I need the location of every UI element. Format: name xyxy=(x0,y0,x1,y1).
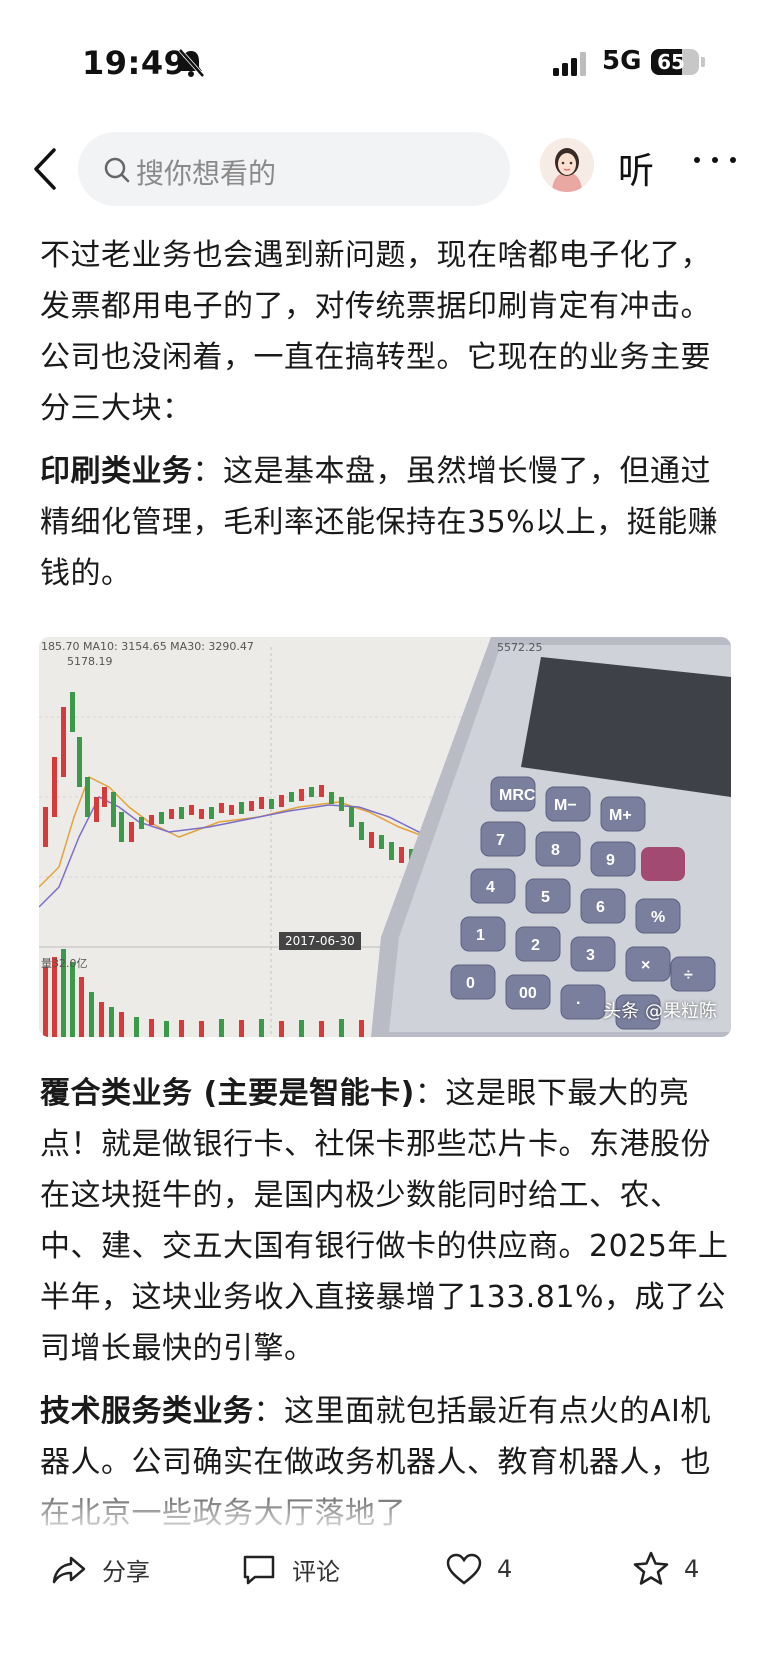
image-watermark: 头条 @果粒陈 xyxy=(603,1001,717,1022)
battery-level: 65 xyxy=(657,50,685,74)
bell-off-icon xyxy=(178,48,205,78)
svg-text:÷: ÷ xyxy=(684,967,693,984)
svg-text:M+: M+ xyxy=(609,807,632,824)
svg-text:0: 0 xyxy=(466,975,475,992)
svg-text:1: 1 xyxy=(476,927,485,944)
search-placeholder: 搜你想看的 xyxy=(136,157,277,190)
section-heading: 覆合类业务 (主要是智能卡) xyxy=(40,1076,415,1111)
like-button[interactable]: 4 xyxy=(445,1549,512,1589)
chart-volume-label: 量32.0亿 xyxy=(41,957,88,970)
svg-text:MRC: MRC xyxy=(499,787,536,804)
bottom-action-bar: 分享 评论 4 4 xyxy=(0,1535,768,1605)
favorite-button[interactable]: 4 xyxy=(632,1549,699,1589)
svg-text:×: × xyxy=(641,957,650,974)
svg-text:3: 3 xyxy=(586,947,595,964)
comment-button[interactable]: 评论 xyxy=(240,1549,340,1589)
share-icon xyxy=(52,1556,86,1584)
favorite-count: 4 xyxy=(684,1555,700,1583)
svg-text:4: 4 xyxy=(486,879,495,896)
stock-chart-photo: MRCM−M+ 789 456% 123× 000·÷ xyxy=(39,637,731,1037)
status-time: 19:49 xyxy=(82,44,187,82)
section-text: ：这是眼下最大的亮点！就是做银行卡、社保卡那些芯片卡。东港股份在这块挺牛的，是国… xyxy=(40,1076,729,1366)
article-image[interactable]: MRC M− M+ 789 4 5 6% 1 2 3 × 0 00 · ÷ 185.70 MA10:… xyxy=(39,637,731,1037)
svg-text:2: 2 xyxy=(531,937,540,954)
article-paragraph: 不过老业务也会遇到新问题，现在啥都电子化了，发票都用电子的了，对传统票据印刷肯定… xyxy=(40,238,711,426)
more-icon[interactable] xyxy=(690,150,740,170)
article-body-top: 不过老业务也会遇到新问题，现在啥都电子化了，发票都用电子的了，对传统票据印刷肯定… xyxy=(40,230,730,611)
content-fade xyxy=(0,1470,768,1540)
avatar[interactable] xyxy=(540,138,594,192)
battery-cap xyxy=(701,57,705,67)
listen-button[interactable]: 听 xyxy=(618,142,654,194)
chart-ma-label: 185.70 MA10: 3154.65 MA30: 3290.47 xyxy=(41,640,254,653)
svg-text:·: · xyxy=(576,995,581,1012)
svg-text:9: 9 xyxy=(606,852,615,869)
svg-text:6: 6 xyxy=(596,899,605,916)
back-icon[interactable] xyxy=(30,146,62,192)
svg-text:7: 7 xyxy=(496,832,505,849)
section-heading: 印刷类业务 xyxy=(40,454,193,489)
article-paragraph: 印刷类业务：这是基本盘，虽然增长慢了，但通过精细化管理，毛利率还能保持在35%以… xyxy=(40,446,730,599)
chart-date-tag: 2017-06-30 xyxy=(279,932,361,950)
heart-icon xyxy=(446,1553,482,1585)
section-heading: 技术服务类业务 xyxy=(40,1394,254,1429)
svg-text:%: % xyxy=(651,909,665,926)
status-bar: 19:49 5G 65 xyxy=(0,0,768,120)
top-nav: 搜你想看的 听 xyxy=(0,128,768,208)
comment-label: 评论 xyxy=(292,1557,340,1586)
share-button[interactable]: 分享 xyxy=(50,1549,150,1589)
star-icon xyxy=(633,1551,669,1585)
battery-icon: 65 xyxy=(651,49,699,75)
share-label: 分享 xyxy=(102,1557,150,1586)
article-paragraph: 覆合类业务 (主要是智能卡)：这是眼下最大的亮点！就是做银行卡、社保卡那些芯片卡… xyxy=(40,1068,730,1374)
svg-text:00: 00 xyxy=(519,985,537,1002)
avatar-illustration xyxy=(540,138,594,192)
comment-icon xyxy=(243,1555,275,1585)
signal-icon xyxy=(553,52,586,76)
svg-text:M−: M− xyxy=(554,797,577,814)
network-type: 5G xyxy=(602,46,642,76)
search-input[interactable]: 搜你想看的 xyxy=(78,132,510,206)
chart-axis-top-label: 5572.25 xyxy=(497,641,543,654)
like-count: 4 xyxy=(497,1555,513,1583)
chart-high-label: 5178.19 xyxy=(67,655,113,668)
search-icon xyxy=(104,157,130,183)
svg-text:8: 8 xyxy=(551,842,560,859)
svg-text:5: 5 xyxy=(541,889,550,906)
